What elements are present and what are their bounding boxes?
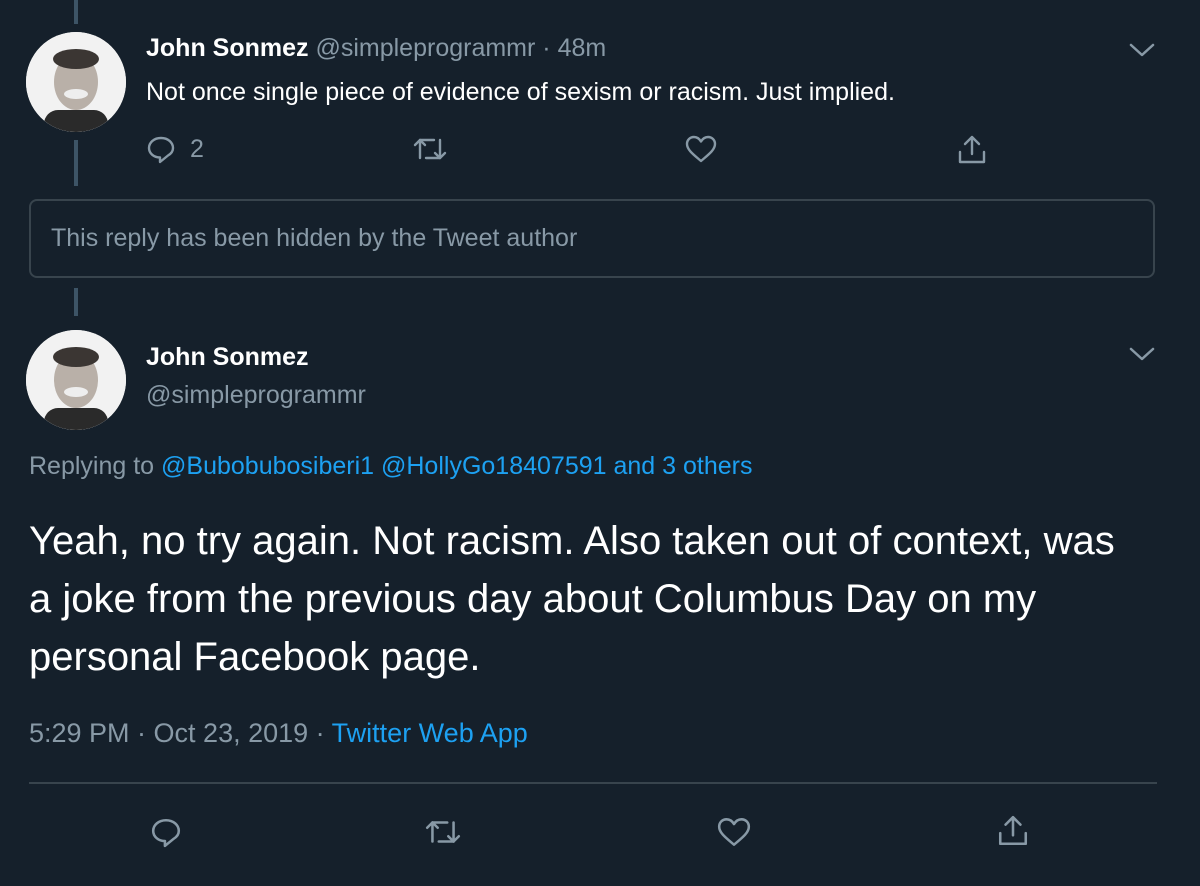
share-button[interactable] <box>956 134 988 166</box>
author-handle[interactable]: @simpleprogrammr <box>146 381 366 410</box>
tweet-timestamp[interactable]: 5:29 PM · Oct 23, 2019 · <box>29 718 325 748</box>
author-handle[interactable]: @simpleprogrammr <box>315 34 535 62</box>
hidden-reply-text: This reply has been hidden by the Tweet … <box>51 224 578 252</box>
thread-line-top <box>74 0 78 24</box>
retweet-button[interactable] <box>412 134 448 164</box>
separator-dot: · <box>542 34 551 62</box>
tweet-thread-view: John Sonmez @simpleprogrammr · 48m Not o… <box>0 0 1200 886</box>
avatar[interactable] <box>26 32 126 132</box>
share-icon <box>996 814 1030 848</box>
thread-line-under-avatar <box>74 140 78 186</box>
thread-line-above-tweet <box>74 288 78 316</box>
reply-icon <box>146 134 176 164</box>
reply-button[interactable]: 2 <box>146 134 204 164</box>
author-name[interactable]: John Sonmez <box>146 34 309 62</box>
chevron-down-icon[interactable] <box>1128 40 1156 60</box>
tweet2-text: Yeah, no try again. Not racism. Also tak… <box>29 519 1115 679</box>
avatar[interactable] <box>26 330 126 430</box>
reply-count: 2 <box>190 134 204 163</box>
author-name[interactable]: John Sonmez <box>146 343 309 372</box>
retweet-icon <box>412 134 448 164</box>
hidden-reply-notice[interactable]: This reply has been hidden by the Tweet … <box>29 199 1155 278</box>
tweet-timestamp[interactable]: 48m <box>558 34 607 62</box>
chevron-down-icon[interactable] <box>1128 344 1156 364</box>
share-button[interactable] <box>996 814 1030 848</box>
reply-icon <box>150 816 182 848</box>
tweet1-header: John Sonmez @simpleprogrammr · 48m <box>146 34 606 63</box>
replying-to-links[interactable]: @Bubobubosiberi1 @HollyGo18407591 and 3 … <box>161 452 752 480</box>
like-button[interactable] <box>684 134 718 164</box>
tweet2-meta: 5:29 PM · Oct 23, 2019 · Twitter Web App <box>29 718 528 749</box>
tweet1-text: Not once single piece of evidence of sex… <box>146 78 895 106</box>
tweet2-actions <box>0 808 1200 858</box>
retweet-icon <box>424 816 462 848</box>
replying-to-label: Replying to <box>29 452 155 480</box>
tweet-source[interactable]: Twitter Web App <box>332 718 528 748</box>
heart-icon <box>684 134 718 164</box>
like-button[interactable] <box>716 816 752 848</box>
reply-button[interactable] <box>150 816 182 848</box>
share-icon <box>956 134 988 166</box>
replying-to: Replying to @Bubobubosiberi1 @HollyGo184… <box>29 452 752 481</box>
divider <box>29 782 1157 784</box>
heart-icon <box>716 816 752 848</box>
retweet-button[interactable] <box>424 816 462 848</box>
